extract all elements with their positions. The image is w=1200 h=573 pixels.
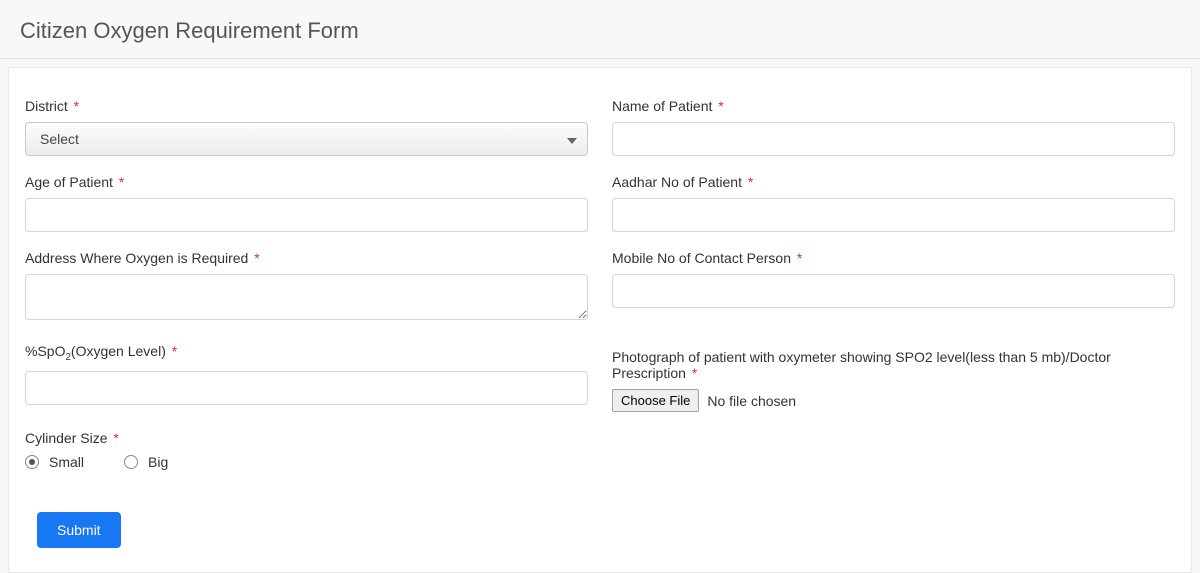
chevron-down-icon [567,131,577,147]
required-marker: * [74,98,79,114]
required-marker: * [748,174,753,190]
patient-name-input[interactable] [612,122,1175,156]
cylinder-option-big[interactable]: Big [124,454,168,470]
patient-name-label: Name of Patient * [612,98,1175,114]
mobile-label-text: Mobile No of Contact Person [612,250,791,266]
required-marker: * [718,98,723,114]
page-title: Citizen Oxygen Requirement Form [20,18,359,43]
required-marker: * [119,174,124,190]
choose-file-button[interactable]: Choose File [612,389,699,412]
required-marker: * [172,343,177,359]
spo2-label: %SpO2(Oxygen Level) * [25,343,588,363]
page-header: Citizen Oxygen Requirement Form [0,0,1200,59]
patient-age-label-text: Age of Patient [25,174,113,190]
address-label-text: Address Where Oxygen is Required [25,250,248,266]
cylinder-label: Cylinder Size * [25,430,588,446]
cylinder-option-big-label: Big [148,454,168,470]
mobile-label: Mobile No of Contact Person * [612,250,1175,266]
cylinder-option-small[interactable]: Small [25,454,84,470]
required-marker: * [254,250,259,266]
district-selected-value: Select [40,131,79,147]
aadhar-label: Aadhar No of Patient * [612,174,1175,190]
photo-caption: Photograph of patient with oxymeter show… [612,349,1175,381]
district-label-text: District [25,98,68,114]
patient-name-label-text: Name of Patient [612,98,712,114]
district-label: District * [25,98,588,114]
required-marker: * [113,430,118,446]
mobile-input[interactable] [612,274,1175,308]
address-input[interactable] [25,274,588,320]
form-card: District * Select Name of Patient * Age … [8,67,1192,573]
radio-icon [124,455,138,469]
cylinder-label-text: Cylinder Size [25,430,107,446]
photo-caption-text: Photograph of patient with oxymeter show… [612,349,1111,381]
radio-icon [25,455,39,469]
file-status: No file chosen [707,393,796,409]
cylinder-radio-group: Small Big [25,454,588,470]
aadhar-label-text: Aadhar No of Patient [612,174,742,190]
spo2-label-post: (Oxygen Level) [71,343,166,359]
aadhar-input[interactable] [612,198,1175,232]
patient-age-label: Age of Patient * [25,174,588,190]
spo2-label-pre: %SpO [25,343,65,359]
address-label: Address Where Oxygen is Required * [25,250,588,266]
required-marker: * [692,365,697,381]
submit-button[interactable]: Submit [37,512,121,548]
cylinder-option-small-label: Small [49,454,84,470]
spo2-input[interactable] [25,371,588,405]
patient-age-input[interactable] [25,198,588,232]
district-select[interactable]: Select [25,122,588,156]
required-marker: * [797,250,802,266]
